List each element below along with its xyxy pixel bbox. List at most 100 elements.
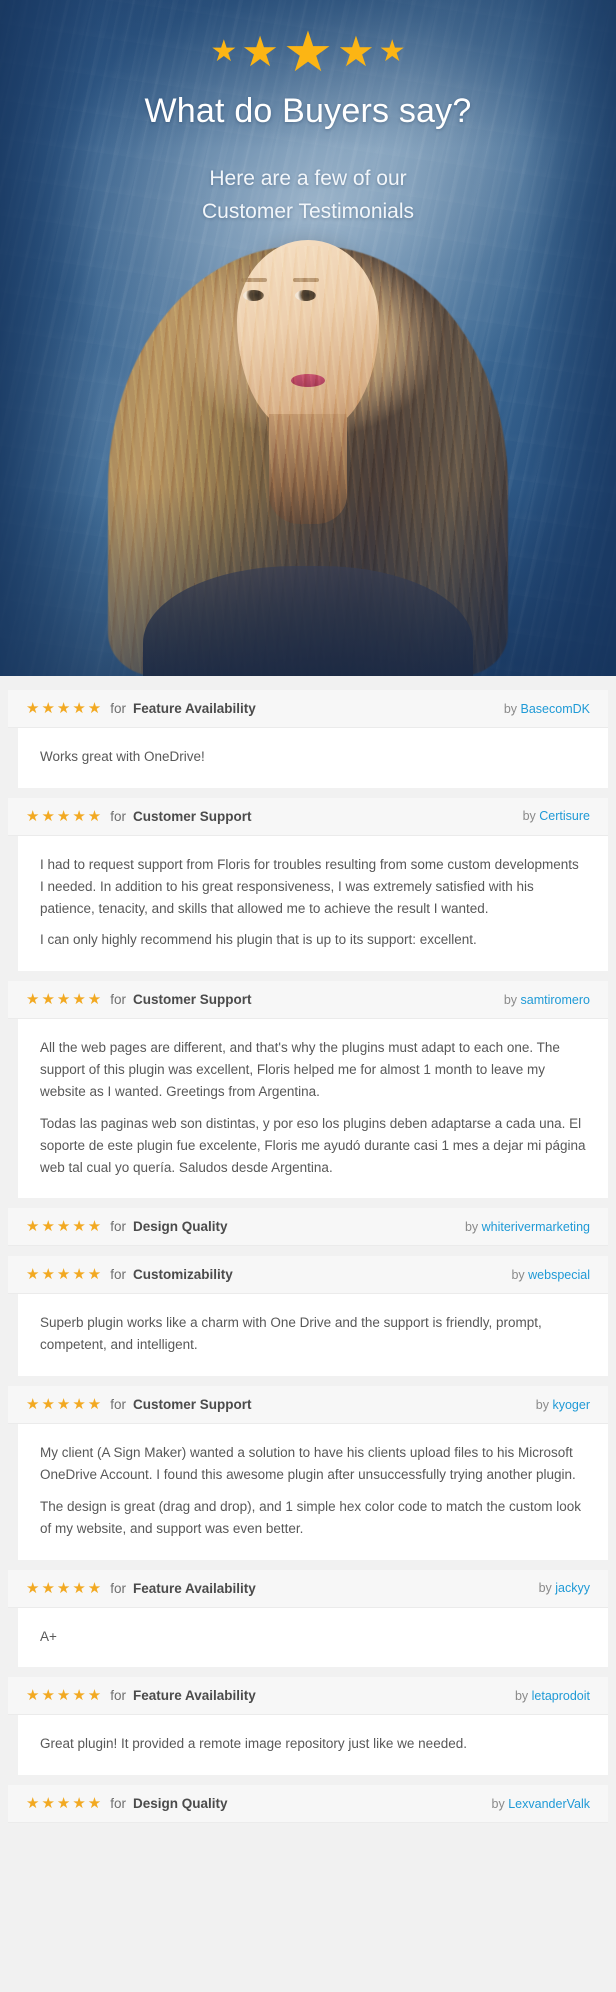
hero-star-icon-2: ★: [241, 28, 279, 75]
star-rating-icon: ★★★★★: [26, 1396, 104, 1414]
review-header: ★★★★★ for Customizability by webspecial: [8, 1256, 608, 1295]
review-item: ★★★★★ for Feature Availability by jackyy A+: [0, 1569, 616, 1668]
review-author-link[interactable]: kyoger: [552, 1398, 590, 1412]
review-author-link[interactable]: letaprodoit: [532, 1689, 590, 1703]
review-header-left: ★★★★★ for Customer Support: [26, 809, 252, 824]
review-criteria-label: Feature Availability: [133, 1688, 256, 1704]
review-author-link[interactable]: whiterivermarketing: [482, 1220, 590, 1234]
review-header: ★★★★★ for Design Quality by LexvanderValk: [8, 1785, 608, 1824]
star-rating-icon: ★★★★★: [26, 1266, 104, 1284]
review-header-left: ★★★★★ for Customer Support: [26, 1397, 252, 1412]
review-paragraph: Great plugin! It provided a remote image…: [40, 1736, 467, 1752]
review-author-block: by kyoger: [536, 1398, 590, 1412]
review-item: ★★★★★ for Design Quality by LexvanderValk: [0, 1785, 616, 1824]
review-author-link[interactable]: Certisure: [539, 809, 590, 823]
review-header: ★★★★★ for Customer Support by samtiromero: [8, 981, 608, 1020]
star-rating-icon: ★★★★★: [26, 991, 104, 1009]
for-label: for: [110, 1796, 127, 1812]
hero-subtitle-line-2: Customer Testimonials: [201, 199, 415, 223]
review-header-left: ★★★★★ for Customizability: [26, 1267, 233, 1282]
review-paragraph: All the web pages are different, and tha…: [40, 1040, 560, 1100]
by-label: by: [511, 1267, 525, 1282]
by-label: by: [538, 1581, 552, 1596]
review-header-left: ★★★★★ for Customer Support: [26, 992, 252, 1007]
reviews-list: ★★★★★ for Feature Availability by BasecomDK…: [0, 676, 616, 1824]
by-label: by: [491, 1796, 505, 1811]
hero-title: What do Buyers say?: [144, 92, 472, 130]
review-author-link[interactable]: samtiromero: [521, 993, 590, 1007]
review-body: Great plugin! It provided a remote image…: [18, 1715, 608, 1776]
review-criteria-label: Customer Support: [133, 1397, 252, 1413]
hero-subtitle-line-1: Here are a few of our: [209, 167, 407, 190]
by-label: by: [503, 992, 518, 1007]
for-label: for: [110, 808, 127, 824]
review-header: ★★★★★ for Customer Support by kyoger: [8, 1386, 608, 1425]
hero-content: ★ ★ ★ ★ ★ What do Buyers say? Here are a…: [0, 0, 616, 676]
review-paragraph: Works great with OneDrive!: [40, 749, 205, 764]
review-header-left: ★★★★★ for Feature Availability: [26, 1688, 256, 1703]
by-label: by: [464, 1219, 479, 1234]
star-rating-icon: ★★★★★: [26, 1687, 104, 1705]
for-label: for: [110, 1397, 127, 1413]
review-paragraph: I had to request support from Floris for…: [40, 856, 579, 916]
for-label: for: [110, 1580, 127, 1596]
review-item: ★★★★★ for Customizability by webspecial Supe…: [0, 1256, 616, 1377]
review-author-block: by webspecial: [511, 1268, 590, 1282]
review-author-block: by samtiromero: [504, 993, 590, 1007]
review-criteria-label: Customizability: [133, 1267, 233, 1283]
review-author-block: by jackyy: [539, 1581, 590, 1595]
by-label: by: [535, 1397, 549, 1412]
by-label: by: [522, 809, 536, 824]
review-author-link[interactable]: webspecial: [528, 1268, 590, 1282]
review-item: ★★★★★ for Feature Availability by letaprodo…: [0, 1677, 616, 1776]
review-header-left: ★★★★★ for Design Quality: [26, 1219, 228, 1234]
for-label: for: [110, 1688, 127, 1704]
review-item: ★★★★★ for Design Quality by whiterivermarke…: [0, 1208, 616, 1247]
review-criteria-label: Feature Availability: [133, 701, 256, 716]
review-author-block: by BasecomDK: [504, 702, 590, 716]
for-label: for: [110, 1267, 127, 1283]
review-item: ★★★★★ for Customer Support by kyoger My clie…: [0, 1386, 616, 1560]
review-criteria-label: Customer Support: [133, 808, 252, 824]
by-label: by: [503, 701, 518, 716]
review-paragraph: The design is great (drag and drop), and…: [40, 1498, 582, 1536]
review-header-left: ★★★★★ for Feature Availability: [26, 1581, 256, 1596]
review-author-block: by Certisure: [523, 809, 590, 823]
hero-star-icon-3: ★: [282, 20, 334, 83]
star-rating-icon: ★★★★★: [26, 700, 104, 717]
review-body: Works great with OneDrive!: [18, 728, 608, 788]
hero-star-icon-4: ★: [337, 28, 375, 75]
review-header: ★★★★★ for Design Quality by whiterivermarke…: [8, 1208, 608, 1247]
review-body: A+: [18, 1607, 608, 1668]
review-header-left: ★★★★★ for Design Quality: [26, 1796, 228, 1811]
review-body: All the web pages are different, and tha…: [18, 1019, 608, 1199]
review-item: ★★★★★ for Customer Support by Certisure I ha…: [0, 797, 616, 972]
review-body: My client (A Sign Maker) wanted a soluti…: [18, 1424, 608, 1560]
review-header: ★★★★★ for Customer Support by Certisure: [8, 797, 608, 836]
for-label: for: [110, 1219, 127, 1235]
review-author-link[interactable]: BasecomDK: [521, 702, 590, 716]
hero-star-icon-5: ★: [378, 35, 406, 68]
hero-star-rating: ★ ★ ★ ★ ★: [0, 24, 616, 80]
review-header: ★★★★★ for Feature Availability by letaprodo…: [8, 1677, 608, 1716]
review-body: I had to request support from Floris for…: [18, 835, 608, 972]
hero-subtitle: Here are a few of our Customer Testimoni…: [0, 163, 616, 228]
testimonials-page: ★ ★ ★ ★ ★ What do Buyers say? Here are a…: [0, 0, 616, 1992]
review-item: ★★★★★ for Feature Availability by BasecomDK…: [0, 690, 616, 788]
review-author-link[interactable]: LexvanderValk: [508, 1797, 590, 1811]
review-paragraph: Superb plugin works like a charm with On…: [40, 1315, 542, 1353]
for-label: for: [110, 992, 127, 1008]
hero-star-icon-1: ★: [210, 35, 238, 68]
review-paragraph: Todas las paginas web son distintas, y p…: [40, 1115, 586, 1175]
review-author-block: by letaprodoit: [515, 1689, 590, 1703]
review-author-link[interactable]: jackyy: [555, 1581, 590, 1595]
review-header: ★★★★★ for Feature Availability by jackyy: [8, 1569, 608, 1608]
review-criteria-label: Customer Support: [133, 992, 252, 1008]
for-label: for: [110, 701, 127, 716]
review-criteria-label: Feature Availability: [133, 1580, 256, 1596]
review-item: ★★★★★ for Customer Support by samtiromero Al…: [0, 981, 616, 1199]
review-paragraph: A+: [40, 1628, 57, 1644]
review-author-block: by whiterivermarketing: [465, 1220, 590, 1234]
review-criteria-label: Design Quality: [133, 1219, 228, 1235]
review-header: ★★★★★ for Feature Availability by BasecomDK: [8, 690, 608, 728]
